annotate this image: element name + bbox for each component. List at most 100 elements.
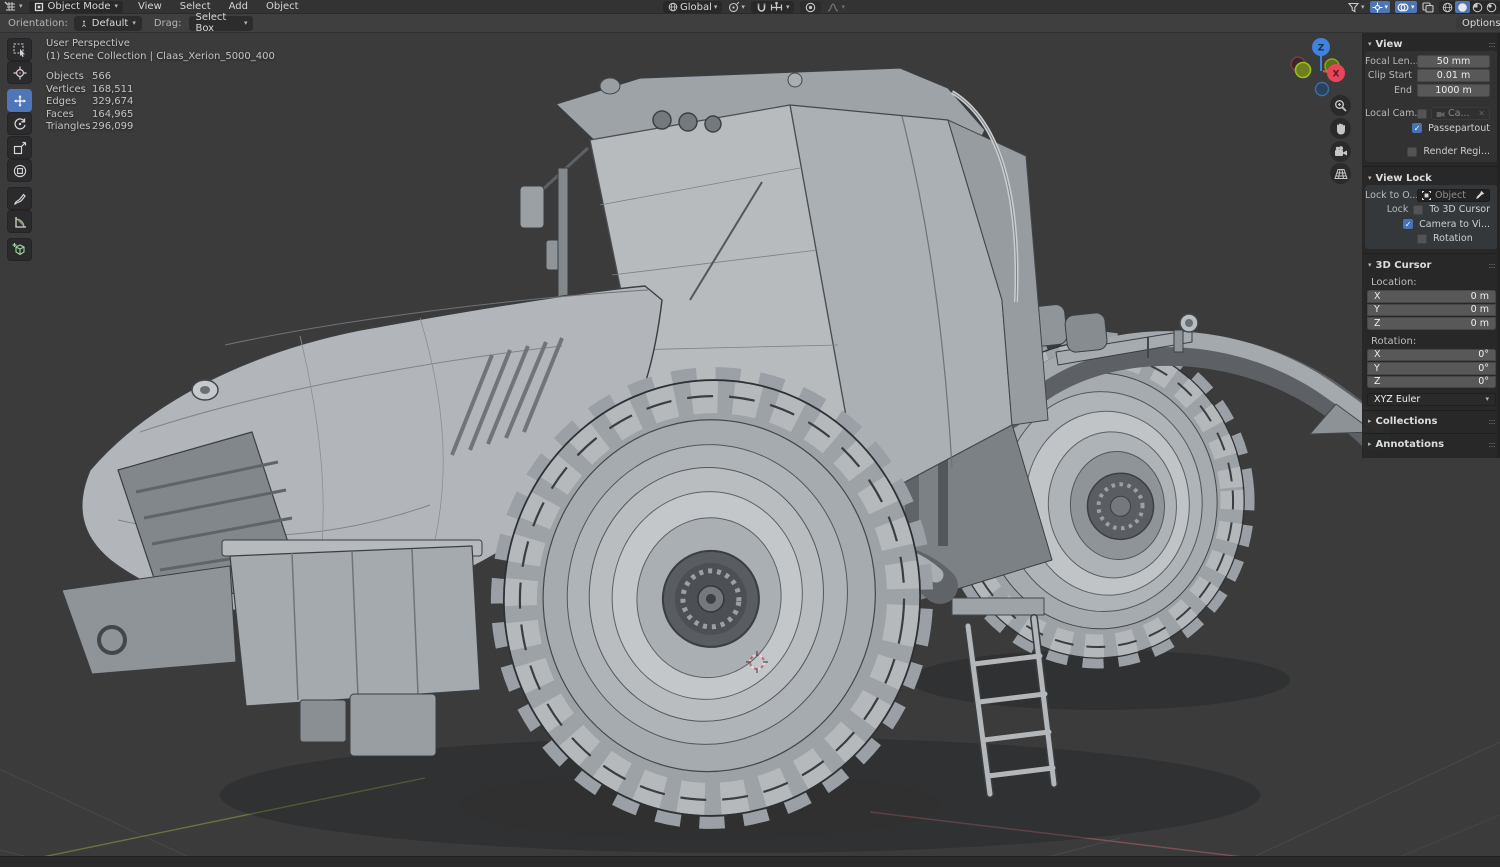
pan-view-button[interactable] bbox=[1330, 118, 1351, 139]
shading-mode-group bbox=[1438, 0, 1500, 14]
divider bbox=[1363, 253, 1500, 254]
lock-object-field[interactable]: Object bbox=[1417, 188, 1490, 202]
drag-handle-icon[interactable]: :::: bbox=[1488, 440, 1496, 449]
menu-view[interactable]: View bbox=[129, 0, 171, 14]
object-type-visibility-dropdown[interactable]: ▾ bbox=[1348, 1, 1365, 13]
local-camera-checkbox[interactable] bbox=[1417, 108, 1427, 119]
tool-transform[interactable] bbox=[7, 159, 32, 182]
camera-to-view-label: Camera to Vi... bbox=[1419, 218, 1490, 230]
cursor-rotation-label: Rotation: bbox=[1371, 335, 1417, 347]
chevron-down-icon: ▾ bbox=[1485, 394, 1489, 403]
close-icon[interactable]: ✕ bbox=[1478, 109, 1485, 118]
show-overlays-toggle[interactable]: ▾ bbox=[1395, 1, 1417, 13]
shading-wireframe-button[interactable] bbox=[1441, 1, 1454, 13]
panel-header-view-lock[interactable]: ▾ View Lock bbox=[1363, 171, 1500, 185]
focal-length-label: Focal Len... bbox=[1365, 55, 1417, 67]
lock-object-placeholder: Object bbox=[1435, 189, 1466, 201]
orientation-default-dropdown[interactable]: Default ▾ bbox=[73, 15, 142, 31]
viewport-3d[interactable] bbox=[0, 33, 1500, 856]
show-gizmo-toggle[interactable]: ▾ bbox=[1369, 1, 1391, 13]
cursor-section-body: Location: X 0 m Y 0 m Z 0 m Rotation: X … bbox=[1363, 272, 1500, 406]
cursor-rot-x-field[interactable]: X 0° bbox=[1367, 348, 1496, 361]
xray-toggle[interactable] bbox=[1421, 1, 1434, 13]
ortho-perspective-button[interactable] bbox=[1330, 163, 1351, 184]
chevron-down-icon: ▾ bbox=[19, 2, 23, 10]
panel-header-3d-cursor[interactable]: ▾ 3D Cursor :::: bbox=[1363, 258, 1500, 272]
camera-field-value: Ca... bbox=[1448, 108, 1470, 119]
pivot-point-dropdown[interactable]: ▾ bbox=[728, 1, 745, 13]
passepartout-checkbox[interactable]: ✓ bbox=[1412, 123, 1423, 133]
measure-ruler-icon bbox=[14, 216, 26, 228]
local-camera-row: Local Cam... Ca... ✕ bbox=[1365, 107, 1498, 120]
visibility-filter-icon bbox=[1348, 2, 1359, 12]
navigation-gizmo[interactable]: Z X bbox=[1288, 36, 1358, 106]
scale-tool-icon bbox=[13, 141, 26, 154]
tool-measure[interactable] bbox=[7, 210, 32, 233]
transform-tool-icon bbox=[13, 164, 26, 177]
transform-orientation-dropdown[interactable]: Global ▾ bbox=[663, 1, 723, 13]
focal-length-value: 50 mm bbox=[1436, 55, 1471, 67]
focal-length-row: Focal Len... 50 mm bbox=[1365, 54, 1498, 68]
drag-mode-dropdown[interactable]: Select Box ▾ bbox=[189, 12, 254, 34]
falloff-dropdown[interactable]: ▾ bbox=[827, 1, 845, 13]
cursor-rot-y-field[interactable]: Y 0° bbox=[1367, 362, 1496, 375]
render-region-checkbox[interactable] bbox=[1407, 146, 1418, 157]
xray-icon bbox=[1421, 1, 1434, 13]
lock-to-object-row: Lock to O... Object bbox=[1365, 188, 1498, 202]
cursor-loc-z-field[interactable]: Z 0 m bbox=[1367, 317, 1496, 330]
magnifier-icon bbox=[1335, 100, 1347, 112]
stat-value: 296,099 bbox=[92, 121, 134, 132]
tool-scale[interactable] bbox=[7, 136, 32, 159]
tool-rotate[interactable] bbox=[7, 112, 32, 135]
chevron-down-icon: ▾ bbox=[1411, 2, 1415, 11]
rotate-tool-icon bbox=[13, 117, 26, 130]
drag-handle-icon[interactable]: :::: bbox=[1488, 417, 1496, 426]
lock-rotation-checkbox[interactable] bbox=[1417, 233, 1427, 244]
add-cube-icon bbox=[12, 243, 25, 256]
clip-end-label: End bbox=[1393, 84, 1412, 96]
cursor-rot-z-value: 0° bbox=[1478, 376, 1489, 388]
panel-header-view[interactable]: ▾ View :::: bbox=[1363, 37, 1500, 51]
cursor-tool-icon bbox=[13, 66, 26, 79]
rendered-sphere-icon bbox=[1486, 2, 1496, 12]
shading-solid-button[interactable] bbox=[1454, 1, 1470, 13]
focal-length-field[interactable]: 50 mm bbox=[1417, 54, 1490, 68]
mode-dropdown[interactable]: Object Mode ▾ bbox=[28, 0, 124, 13]
editor-type-button[interactable]: ▾ bbox=[4, 1, 23, 12]
eyedropper-icon[interactable] bbox=[1475, 190, 1485, 200]
blender-window: ▾ Object Mode ▾ View Select Add Object G… bbox=[0, 0, 1500, 867]
camera-view-button[interactable] bbox=[1330, 141, 1351, 162]
options-label: Options bbox=[1462, 17, 1500, 29]
axis-label: X bbox=[1374, 349, 1381, 361]
camera-object-field[interactable]: Ca... ✕ bbox=[1431, 107, 1490, 120]
chevron-down-icon: ▾ bbox=[132, 18, 136, 27]
rotation-order-dropdown[interactable]: XYZ Euler ▾ bbox=[1367, 393, 1496, 406]
axis-label: Z bbox=[1374, 376, 1381, 388]
proportional-editing-button[interactable] bbox=[800, 1, 822, 13]
options-button[interactable]: Options bbox=[1456, 16, 1500, 30]
tool-cursor[interactable] bbox=[7, 61, 32, 84]
to-3d-cursor-checkbox[interactable] bbox=[1413, 204, 1424, 215]
cursor-loc-y-field[interactable]: Y 0 m bbox=[1367, 303, 1496, 316]
cursor-rot-z-field[interactable]: Z 0° bbox=[1367, 375, 1496, 388]
chevron-down-icon: ▾ bbox=[841, 2, 845, 11]
tool-select-box[interactable] bbox=[7, 38, 32, 61]
clip-end-field[interactable]: 1000 m bbox=[1417, 83, 1490, 97]
drag-handle-icon[interactable]: :::: bbox=[1488, 261, 1496, 270]
drag-handle-icon[interactable]: :::: bbox=[1488, 40, 1496, 49]
orientation-default-value: Default bbox=[91, 17, 129, 29]
zoom-view-button[interactable] bbox=[1330, 95, 1351, 116]
tool-move[interactable] bbox=[7, 89, 32, 112]
cursor-loc-x-field[interactable]: X 0 m bbox=[1367, 290, 1496, 303]
panel-header-annotations[interactable]: ▸ Annotations :::: bbox=[1363, 438, 1500, 452]
chevron-down-icon: ▾ bbox=[114, 2, 119, 10]
clip-start-field[interactable]: 0.01 m bbox=[1417, 69, 1490, 82]
tool-add-cube[interactable] bbox=[7, 238, 32, 261]
shading-rendered-button[interactable] bbox=[1485, 1, 1498, 13]
menu-object[interactable]: Object bbox=[257, 0, 308, 14]
camera-to-view-checkbox[interactable]: ✓ bbox=[1403, 219, 1414, 229]
snap-controls[interactable]: ▾ bbox=[750, 1, 795, 13]
tool-annotate[interactable] bbox=[7, 187, 32, 210]
shading-material-button[interactable] bbox=[1471, 1, 1484, 13]
panel-header-collections[interactable]: ▸ Collections :::: bbox=[1363, 415, 1500, 429]
